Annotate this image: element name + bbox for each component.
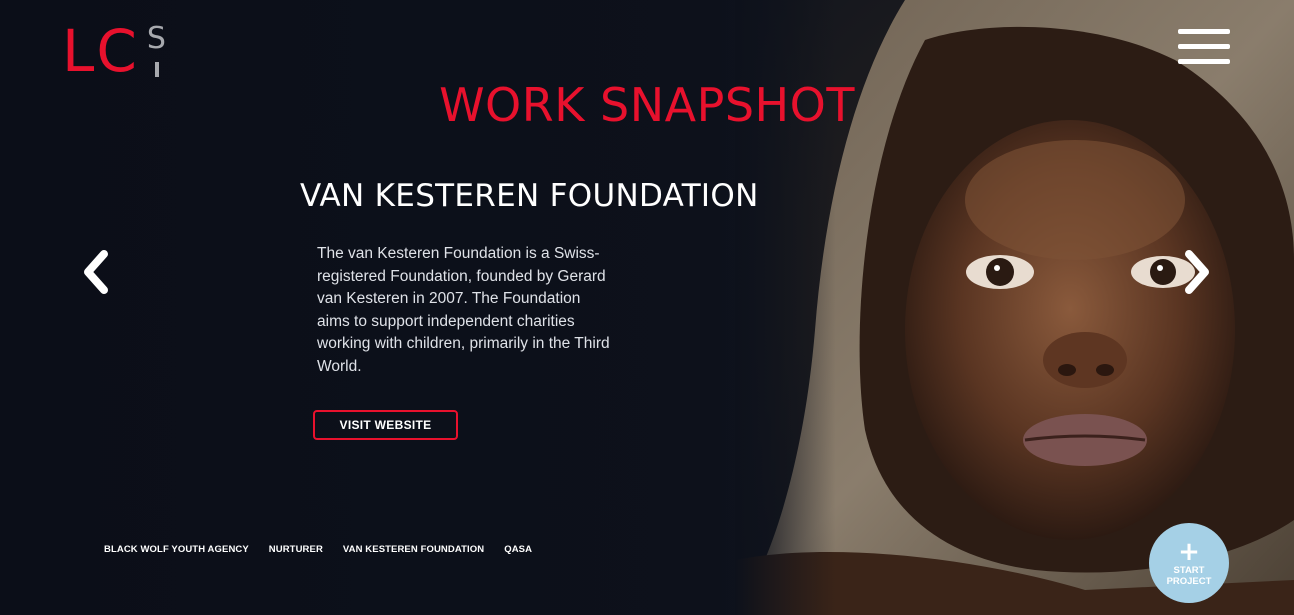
- page-title: WORK SNAPSHOT: [439, 78, 855, 132]
- project-nav-item-qasa[interactable]: QASA: [504, 544, 532, 555]
- project-nav-item-van-kesteren[interactable]: VAN KESTEREN FOUNDATION: [343, 544, 484, 555]
- start-project-button[interactable]: + START PROJECT: [1149, 523, 1229, 603]
- menu-bar: [1178, 44, 1230, 49]
- project-nav-item-nurturer[interactable]: NURTURER: [269, 544, 323, 555]
- logo-suffix: S: [146, 21, 166, 77]
- site-logo[interactable]: LC S: [62, 22, 166, 82]
- project-nav-item-black-wolf[interactable]: BLACK WOLF YOUTH AGENCY: [104, 544, 249, 555]
- project-nav: BLACK WOLF YOUTH AGENCY NURTURER VAN KES…: [104, 544, 552, 555]
- chevron-left-icon[interactable]: [80, 250, 110, 294]
- hamburger-menu-icon[interactable]: [1178, 29, 1230, 67]
- visit-website-button[interactable]: VISIT WEBSITE: [313, 410, 458, 440]
- project-title: VAN KESTEREN FOUNDATION: [300, 178, 759, 214]
- menu-bar: [1178, 29, 1230, 34]
- menu-bar: [1178, 59, 1230, 64]
- chevron-right-icon[interactable]: [1183, 250, 1213, 294]
- start-project-label: START PROJECT: [1166, 564, 1212, 587]
- plus-icon: +: [1178, 536, 1200, 567]
- project-description: The van Kesteren Foundation is a Swiss-r…: [317, 245, 610, 375]
- work-snapshot-page: LC S WORK SNAPSHOT VAN KESTEREN FOUNDATI…: [0, 0, 1294, 615]
- logo-mark: LC: [62, 17, 139, 85]
